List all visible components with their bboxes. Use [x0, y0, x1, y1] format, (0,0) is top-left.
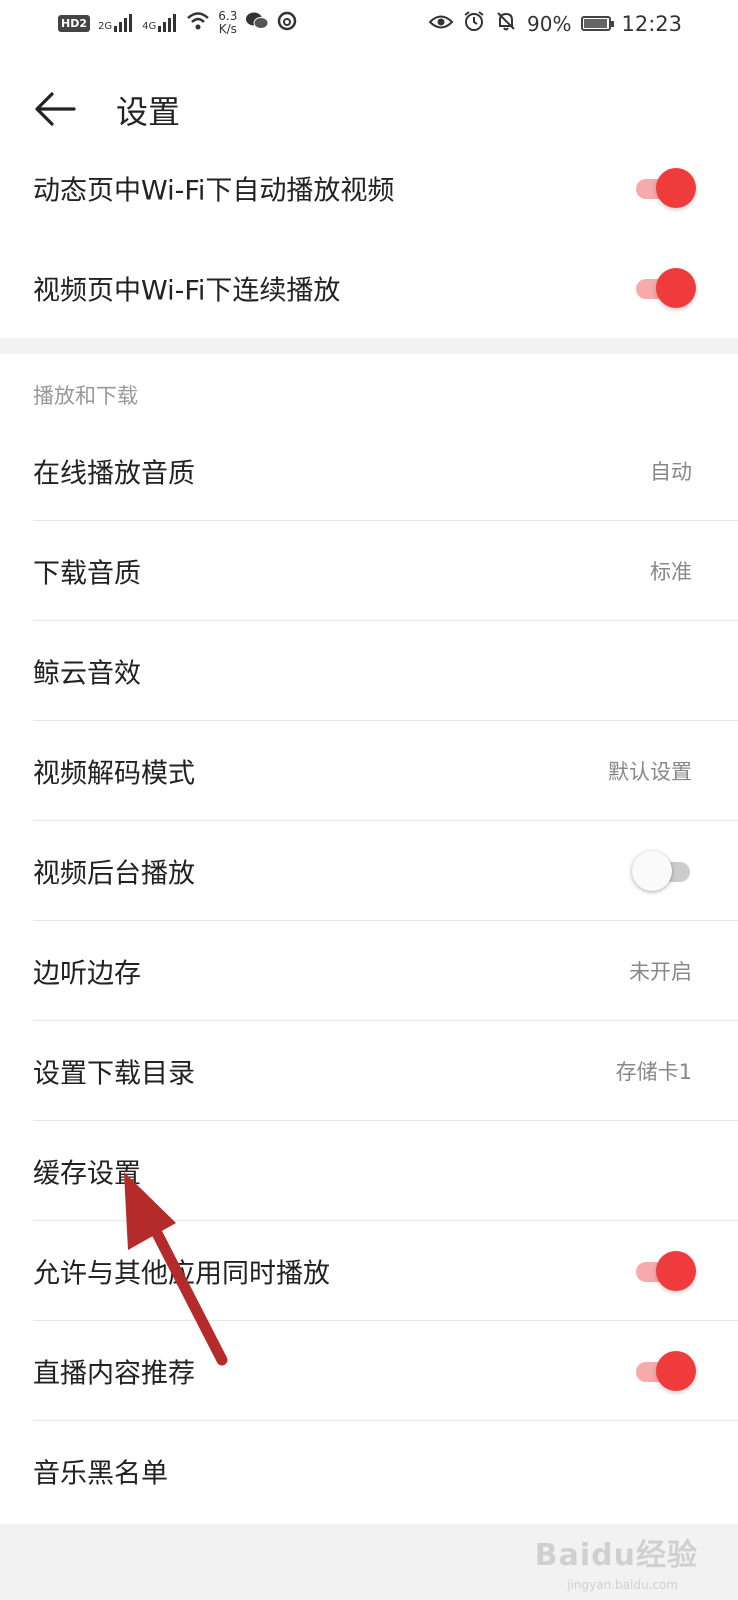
netease-music-icon	[277, 11, 297, 36]
wechat-icon	[245, 11, 269, 36]
clock: 12:23	[621, 11, 682, 36]
setting-row-blacklist[interactable]: 音乐黑名单	[0, 1421, 738, 1521]
setting-row-download-quality[interactable]: 下载音质 标准	[0, 521, 738, 621]
setting-row-cache[interactable]: 缓存设置	[0, 1121, 738, 1221]
setting-value: 未开启	[629, 960, 692, 984]
setting-value: 存储卡1	[615, 1060, 692, 1084]
status-bar: HD2 2G 4G 6.3 K/s 90% 12:23	[0, 0, 738, 56]
mix-playback-toggle[interactable]	[632, 1251, 698, 1291]
signal-4g-icon: 4G	[142, 14, 178, 32]
setting-row-video-background[interactable]: 视频后台播放	[0, 821, 738, 921]
setting-label: 动态页中Wi-Fi下自动播放视频	[33, 175, 395, 207]
arrow-left-icon	[35, 92, 76, 126]
setting-row-video-continuous[interactable]: 视频页中Wi-Fi下连续播放	[0, 238, 738, 338]
battery-icon	[581, 16, 615, 31]
live-recommend-toggle[interactable]	[632, 1351, 698, 1391]
setting-label: 允许与其他应用同时播放	[33, 1258, 330, 1290]
setting-label: 鲸云音效	[33, 658, 141, 690]
setting-label: 视频解码模式	[33, 758, 195, 790]
alarm-icon	[463, 10, 485, 37]
mute-bell-icon	[495, 10, 517, 37]
setting-row-video-decode[interactable]: 视频解码模式 默认设置	[0, 721, 738, 821]
wifi-icon	[186, 11, 210, 36]
setting-label: 音乐黑名单	[33, 1458, 168, 1490]
section-divider	[0, 338, 738, 354]
baidu-watermark: Baidu经验	[534, 1538, 698, 1573]
setting-label: 设置下载目录	[33, 1058, 195, 1090]
setting-row-mix-playback[interactable]: 允许与其他应用同时播放	[0, 1221, 738, 1321]
setting-label: 边听边存	[33, 958, 141, 990]
setting-label: 视频后台播放	[33, 858, 195, 890]
setting-row-download-dir[interactable]: 设置下载目录 存储卡1	[0, 1021, 738, 1121]
setting-row-sound-effect[interactable]: 鲸云音效	[0, 621, 738, 721]
setting-row-feed-autoplay[interactable]: 动态页中Wi-Fi下自动播放视频	[0, 138, 738, 238]
feed-autoplay-toggle[interactable]	[632, 168, 698, 208]
setting-label: 下载音质	[33, 558, 141, 590]
section-title-playback-download: 播放和下载	[33, 384, 138, 408]
setting-value: 自动	[650, 460, 692, 484]
video-background-toggle[interactable]	[632, 851, 698, 891]
setting-row-live-recommend[interactable]: 直播内容推荐	[0, 1321, 738, 1421]
page-title: 设置	[116, 93, 181, 131]
setting-value: 默认设置	[608, 760, 692, 784]
hd-voice-badge: HD2	[58, 14, 90, 32]
setting-label: 视频页中Wi-Fi下连续播放	[33, 275, 341, 307]
status-left: HD2 2G 4G 6.3 K/s	[58, 10, 297, 36]
setting-label: 直播内容推荐	[33, 1358, 195, 1390]
video-continuous-toggle[interactable]	[632, 268, 698, 308]
back-button[interactable]	[30, 84, 80, 134]
setting-row-online-quality[interactable]: 在线播放音质 自动	[0, 421, 738, 521]
status-right: 90% 12:23	[428, 10, 682, 37]
network-speed: 6.3 K/s	[218, 9, 238, 36]
baidu-watermark-url: jingyan.baidu.com	[567, 1578, 678, 1592]
setting-label: 在线播放音质	[33, 458, 195, 490]
signal-2g-icon: 2G	[98, 14, 134, 32]
setting-value: 标准	[650, 560, 692, 584]
eye-icon	[428, 12, 454, 36]
setting-label: 缓存设置	[33, 1158, 141, 1190]
battery-percent: 90%	[527, 11, 572, 36]
setting-row-listen-save[interactable]: 边听边存 未开启	[0, 921, 738, 1021]
